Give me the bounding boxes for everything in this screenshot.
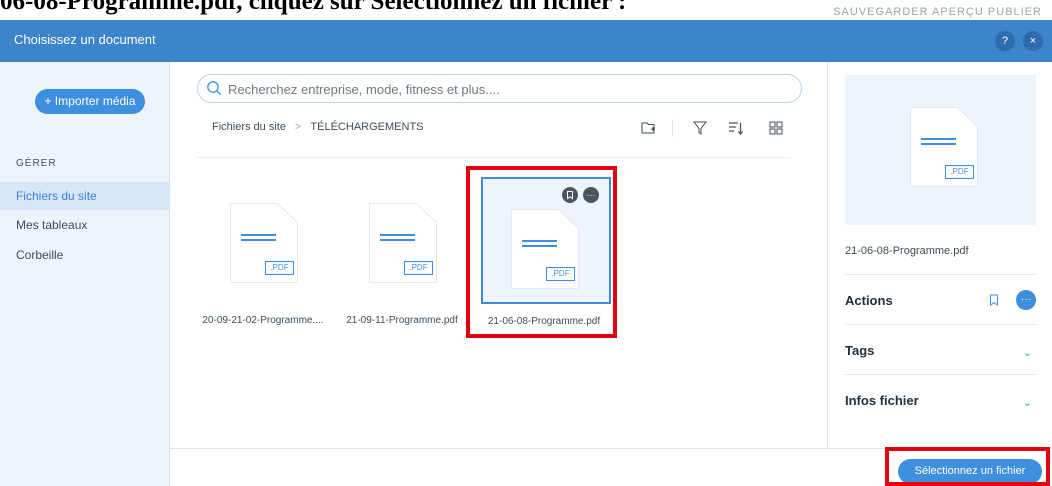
pdf-badge: .PDF [265,261,294,275]
file-name: 20-09-21-02-Programme.... [202,315,324,326]
bookmark-icon[interactable] [988,293,1000,307]
document-lines [241,234,276,244]
file-card[interactable]: .PDF 20-09-21-02-Programme.... [195,178,331,326]
tags-label: Tags [845,343,875,358]
chevron-down-icon[interactable]: ⌄ [1023,346,1032,359]
sidebar-item-my-boards[interactable]: Mes tableaux [0,211,169,239]
pdf-document-icon: .PDF [231,204,297,282]
filter-icon[interactable] [691,119,709,137]
file-info-label: Infos fichier [845,393,919,408]
more-actions-button[interactable]: ··· [1016,290,1036,310]
section-label-manage: GÉRER [16,158,57,169]
breadcrumb-root[interactable]: Fichiers du site [212,121,286,133]
instruction-caption-strip: 06-08-Programme.pdf, cliquez sur Sélecti… [0,0,1052,20]
caption-file: 06-08-Programme.pdf [0,0,237,15]
file-preview: .PDF [845,75,1036,225]
instruction-caption: 06-08-Programme.pdf, cliquez sur Sélecti… [0,0,626,16]
file-thumbnail[interactable]: .PDF [334,178,470,298]
highlight-select-button [885,447,1050,486]
breadcrumb-current: TÉLÉCHARGEMENTS [310,121,424,133]
tags-row[interactable]: Tags ⌄ [845,324,1036,374]
search-icon [207,81,221,95]
file-card[interactable]: .PDF 21-09-11-Programme.pdf [334,178,470,326]
grid-view-icon[interactable] [767,119,785,137]
pdf-badge: .PDF [945,165,974,179]
sort-icon[interactable] [727,119,745,137]
details-panel: .PDF 21-06-08-Programme.pdf Actions ··· … [827,62,1052,448]
actions-row: Actions ··· [845,274,1036,324]
file-info-row[interactable]: Infos fichier ⌄ [845,374,1036,424]
file-thumbnail[interactable]: .PDF [195,178,331,298]
highlight-selected-file [466,166,617,338]
pdf-document-icon: .PDF [911,108,977,186]
search-input[interactable] [228,79,788,99]
breadcrumb: Fichiers du site > TÉLÉCHARGEMENTS [212,121,424,133]
pdf-document-icon: .PDF [370,204,436,282]
sidebar-item-trash[interactable]: Corbeille [0,241,169,269]
search-box[interactable] [197,74,802,103]
help-button[interactable]: ? [995,31,1015,51]
file-name: 21-09-11-Programme.pdf [346,315,458,326]
import-media-button[interactable]: + Importer média [35,89,145,114]
preview-file-name: 21-06-08-Programme.pdf [845,245,969,257]
document-lines [380,234,415,244]
new-folder-icon[interactable] [640,119,658,137]
dialog-title: Choisissez un document [14,32,156,47]
sidebar: + Importer média GÉRER Fichiers du site … [0,62,170,486]
dialog-header: Choisissez un document ? × [0,20,1052,62]
chevron-down-icon[interactable]: ⌄ [1023,396,1032,409]
pdf-badge: .PDF [404,261,433,275]
close-button[interactable]: × [1023,31,1043,51]
toolbar-divider [672,119,673,137]
ghost-toolbar-text: SAUVEGARDER APERÇU PUBLIER [833,6,1042,18]
sidebar-item-site-files[interactable]: Fichiers du site [0,182,169,210]
breadcrumb-separator: > [294,121,302,133]
document-lines [921,138,956,148]
caption-text: , cliquez sur Sélectionnez un fichier : [236,0,627,15]
actions-label: Actions [845,293,893,308]
toolbar-separator-line [197,157,790,158]
